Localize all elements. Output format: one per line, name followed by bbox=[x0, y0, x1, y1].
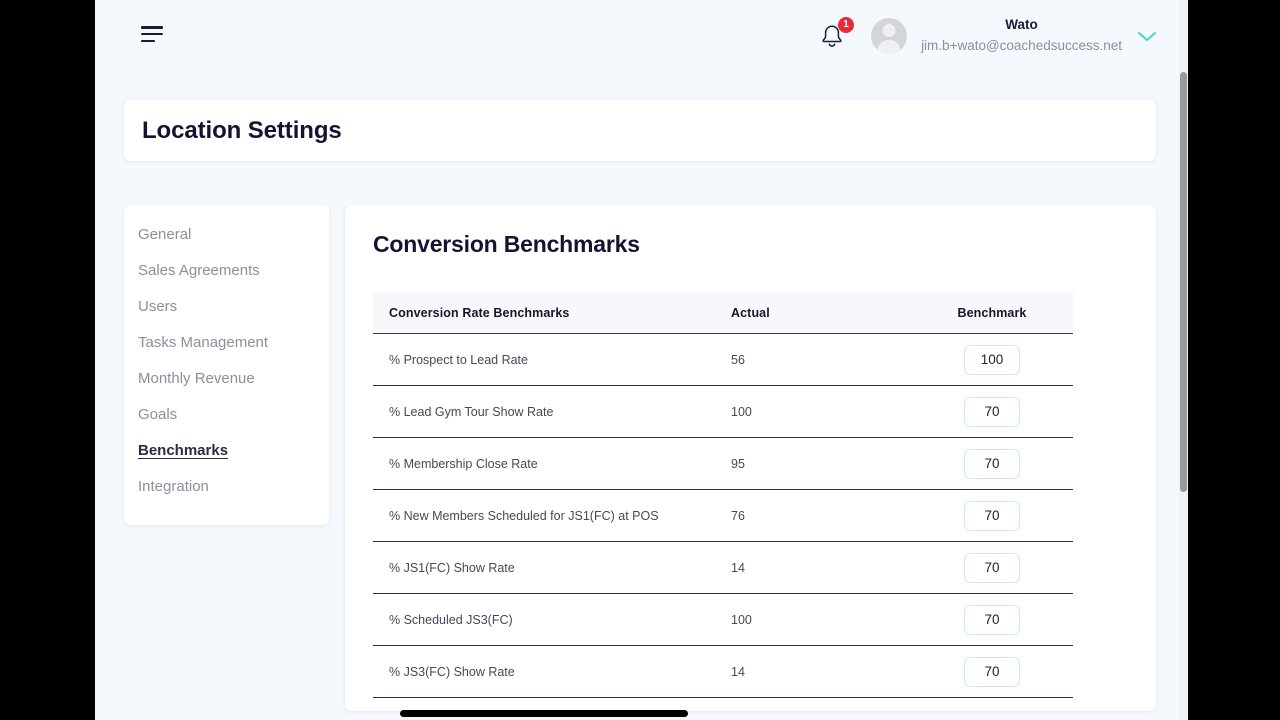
table-head: Conversion Rate Benchmarks Actual Benchm… bbox=[373, 292, 1073, 334]
vertical-scrollbar-track[interactable] bbox=[1179, 0, 1188, 720]
conversion-benchmarks-card: Conversion Benchmarks Conversion Rate Be… bbox=[345, 205, 1156, 711]
benchmark-input[interactable] bbox=[964, 552, 1020, 583]
benchmark-value-cell bbox=[911, 385, 1073, 438]
settings-nav-card: General Sales Agreements Users Tasks Man… bbox=[124, 205, 329, 525]
actual-value-cell: 95 bbox=[731, 437, 911, 490]
page-title-card: Location Settings bbox=[124, 100, 1156, 161]
hamburger-menu-icon[interactable] bbox=[141, 26, 163, 42]
benchmark-name-cell: % Scheduled JS3(FC) bbox=[373, 593, 731, 646]
sidebar-item-users[interactable]: Users bbox=[138, 299, 177, 335]
benchmark-input[interactable] bbox=[964, 656, 1020, 687]
benchmark-value-cell bbox=[911, 645, 1073, 698]
avatar[interactable] bbox=[871, 18, 908, 54]
benchmark-name-cell: % New Members Scheduled for JS1(FC) at P… bbox=[373, 489, 731, 542]
benchmark-name-cell: % JS1(FC) Show Rate bbox=[373, 541, 731, 594]
benchmark-name-cell: % Prospect to Lead Rate bbox=[373, 333, 731, 386]
user-email: jim.b+wato@coachedsuccess.net bbox=[921, 38, 1122, 54]
sidebar-item-benchmarks[interactable]: Benchmarks bbox=[138, 443, 228, 479]
sidebar-item-sales-agreements[interactable]: Sales Agreements bbox=[138, 263, 260, 299]
benchmarks-table: Conversion Rate Benchmarks Actual Benchm… bbox=[373, 292, 1073, 698]
benchmark-value-cell bbox=[911, 437, 1073, 490]
user-name: Wato bbox=[1005, 17, 1038, 33]
column-header-name: Conversion Rate Benchmarks bbox=[373, 292, 731, 334]
benchmark-input[interactable] bbox=[964, 396, 1020, 427]
actual-value-cell: 100 bbox=[731, 593, 911, 646]
letterbox-right-bar bbox=[1188, 0, 1280, 720]
top-navigation-bar: 1 Wato jim.b+wato@coachedsuccess.net bbox=[95, 0, 1188, 72]
user-menu[interactable]: Wato jim.b+wato@coachedsuccess.net bbox=[921, 15, 1122, 57]
benchmark-input[interactable] bbox=[964, 500, 1020, 531]
browser-viewport: 1 Wato jim.b+wato@coachedsuccess.net Loc… bbox=[95, 0, 1188, 720]
sidebar-item-general[interactable]: General bbox=[138, 227, 191, 263]
benchmark-input[interactable] bbox=[964, 604, 1020, 635]
sidebar-item-monthly-revenue[interactable]: Monthly Revenue bbox=[138, 371, 255, 407]
section-title: Conversion Benchmarks bbox=[373, 231, 640, 257]
table-row: % New Members Scheduled for JS1(FC) at P… bbox=[373, 489, 1073, 542]
benchmark-name-cell: % Lead Gym Tour Show Rate bbox=[373, 385, 731, 438]
notification-badge-count: 1 bbox=[838, 17, 855, 33]
chevron-down-icon[interactable] bbox=[1136, 29, 1158, 43]
benchmark-value-cell bbox=[911, 333, 1073, 386]
table-body: % Prospect to Lead Rate56% Lead Gym Tour… bbox=[373, 333, 1073, 698]
benchmark-input[interactable] bbox=[964, 448, 1020, 479]
table-row: % Membership Close Rate 95 bbox=[373, 437, 1073, 490]
benchmark-name-cell: % JS3(FC) Show Rate bbox=[373, 645, 731, 698]
topbar-right-group: 1 Wato jim.b+wato@coachedsuccess.net bbox=[819, 0, 1158, 72]
sidebar-item-integration[interactable]: Integration bbox=[138, 479, 209, 515]
table-row: % Lead Gym Tour Show Rate 100 bbox=[373, 385, 1073, 438]
sidebar-item-goals[interactable]: Goals bbox=[138, 407, 177, 443]
vertical-scrollbar-thumb[interactable] bbox=[1180, 72, 1187, 492]
notifications-button[interactable]: 1 bbox=[819, 17, 855, 53]
benchmark-value-cell bbox=[911, 541, 1073, 594]
benchmark-value-cell bbox=[911, 593, 1073, 646]
benchmark-value-cell bbox=[911, 489, 1073, 542]
letterbox-left-bar bbox=[0, 0, 95, 720]
benchmark-input[interactable] bbox=[964, 344, 1020, 375]
horizontal-scrollbar-thumb[interactable] bbox=[400, 710, 688, 717]
actual-value-cell: 76 bbox=[731, 489, 911, 542]
table-row: % JS1(FC) Show Rate 14 bbox=[373, 541, 1073, 594]
benchmarks-table-scroll-area[interactable]: Conversion Rate Benchmarks Actual Benchm… bbox=[373, 292, 1156, 700]
table-row: % Prospect to Lead Rate 56 bbox=[373, 333, 1073, 386]
benchmark-name-cell: % Membership Close Rate bbox=[373, 437, 731, 490]
actual-value-cell: 14 bbox=[731, 645, 911, 698]
actual-value-cell: 14 bbox=[731, 541, 911, 594]
page-title: Location Settings bbox=[142, 116, 342, 144]
table-row: % Scheduled JS3(FC) 100 bbox=[373, 593, 1073, 646]
table-row: % JS3(FC) Show Rate 14 bbox=[373, 645, 1073, 698]
column-header-actual: Actual bbox=[731, 292, 911, 334]
column-header-benchmark: Benchmark bbox=[911, 292, 1073, 334]
actual-value-cell: 100 bbox=[731, 385, 911, 438]
sidebar-item-tasks-management[interactable]: Tasks Management bbox=[138, 335, 268, 371]
table-header-row: Conversion Rate Benchmarks Actual Benchm… bbox=[373, 292, 1073, 334]
actual-value-cell: 56 bbox=[731, 333, 911, 386]
